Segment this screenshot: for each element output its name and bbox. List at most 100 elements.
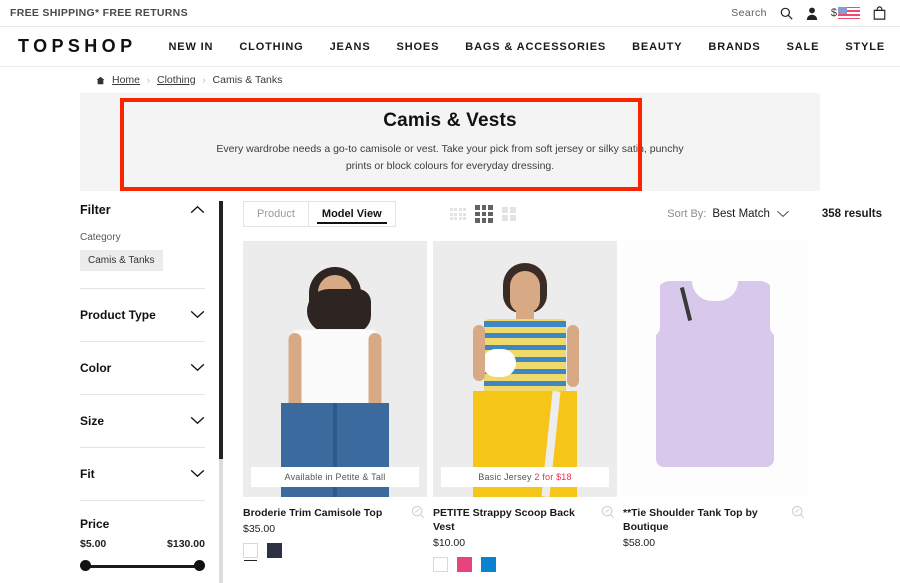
price-max: $130.00 <box>167 538 205 550</box>
product-badge-text: Available in Petite & Tall <box>284 472 386 482</box>
product-title[interactable]: Broderie Trim Camisole Top <box>243 506 427 520</box>
facet-product-type[interactable]: Product Type <box>80 288 205 324</box>
breadcrumb-current: Camis & Tanks <box>212 74 283 86</box>
product-price: $58.00 <box>623 537 656 550</box>
facet-color[interactable]: Color <box>80 341 205 377</box>
nav-item-style[interactable]: STYLE <box>845 41 885 53</box>
page-title: Camis & Vests <box>383 110 517 132</box>
product-title[interactable]: PETITE Strappy Scoop Back Vest <box>433 506 617 534</box>
filter-title: Filter <box>80 203 111 217</box>
tab-product-view[interactable]: Product <box>244 202 308 226</box>
nav-item-list: NEW IN CLOTHING JEANS SHOES BAGS & ACCES… <box>169 41 886 53</box>
us-flag-icon <box>838 6 860 20</box>
swatch-white[interactable] <box>433 557 448 573</box>
sort-control[interactable]: Sort By: Best Match <box>667 205 790 223</box>
facet-size[interactable]: Size <box>80 394 205 430</box>
product-image[interactable] <box>623 241 807 497</box>
nav-item-brands[interactable]: BRANDS <box>708 41 760 53</box>
breadcrumb-separator-2: › <box>202 75 206 85</box>
currency-selector[interactable]: $ <box>831 6 860 20</box>
category-chip-camis-tanks[interactable]: Camis & Tanks <box>80 250 163 271</box>
content-area: Filter Category Camis & Tanks Product Ty… <box>0 191 900 583</box>
hero-banner: Camis & Vests Every wardrobe needs a go-… <box>80 93 820 191</box>
facet-product-type-label: Product Type <box>80 308 156 322</box>
nav-item-sale[interactable]: SALE <box>787 41 820 53</box>
nav-item-shoes[interactable]: SHOES <box>397 41 440 53</box>
nav-item-beauty[interactable]: BEAUTY <box>632 41 682 53</box>
chevron-up-icon[interactable] <box>190 201 205 219</box>
product-image[interactable]: Available in Petite & Tall <box>243 241 427 497</box>
sort-by-label: Sort By: <box>667 208 707 220</box>
swatch-blue[interactable] <box>481 557 496 573</box>
quick-view-icon[interactable] <box>791 505 805 524</box>
product-price: $35.00 <box>243 523 276 536</box>
grid-density-controls <box>449 205 516 223</box>
category-label: Category <box>80 232 121 243</box>
promo-message: FREE SHIPPING* FREE RETURNS <box>10 7 188 19</box>
chevron-down-icon[interactable] <box>190 412 205 430</box>
sort-by-value[interactable]: Best Match <box>712 208 770 220</box>
nav-item-clothing[interactable]: CLOTHING <box>239 41 303 53</box>
facet-color-label: Color <box>80 361 112 375</box>
price-slider-max-handle[interactable] <box>194 560 205 571</box>
color-swatches <box>243 543 427 562</box>
chevron-down-icon[interactable] <box>776 205 790 223</box>
price-range-slider[interactable] <box>80 558 205 574</box>
account-icon[interactable] <box>806 7 818 20</box>
product-info: **Tie Shoulder Tank Top by Boutique $58.… <box>623 497 807 549</box>
search-label[interactable]: Search <box>731 7 767 19</box>
page-scrollbar[interactable] <box>215 191 227 583</box>
breadcrumb-clothing[interactable]: Clothing <box>157 74 196 86</box>
grid-4-column-icon[interactable] <box>449 208 467 220</box>
grid-3-column-icon[interactable] <box>475 205 493 223</box>
results-pane: Product Model View Sort By: Best Match 3… <box>227 191 900 583</box>
grid-2-column-icon[interactable] <box>501 207 516 221</box>
chevron-down-icon[interactable] <box>190 306 205 324</box>
product-title[interactable]: **Tie Shoulder Tank Top by Boutique <box>623 506 807 534</box>
price-filter: Price $5.00 $130.00 <box>80 500 205 574</box>
chevron-down-icon[interactable] <box>190 359 205 377</box>
results-toolbar: Product Model View Sort By: Best Match 3… <box>243 201 882 227</box>
quick-view-icon[interactable] <box>411 505 425 524</box>
chevron-down-icon[interactable] <box>190 465 205 483</box>
page-description: Every wardrobe needs a go-to camisole or… <box>216 143 684 172</box>
price-min: $5.00 <box>80 538 107 550</box>
product-badge: Available in Petite & Tall <box>251 467 419 487</box>
topshop-logo[interactable]: TOPSHOP <box>14 36 137 57</box>
product-card[interactable]: Basic Jersey 2 for $18 PETITE Strappy Sc… <box>433 241 617 573</box>
hero-banner-wrapper: Camis & Vests Every wardrobe needs a go-… <box>0 93 900 191</box>
product-card[interactable]: Available in Petite & Tall Broderie Trim… <box>243 241 427 572</box>
search-icon[interactable] <box>780 7 793 20</box>
nav-item-new-in[interactable]: NEW IN <box>169 41 214 53</box>
tab-model-view[interactable]: Model View <box>307 202 395 226</box>
facet-fit-label: Fit <box>80 467 95 481</box>
breadcrumb-separator: › <box>147 75 151 85</box>
color-swatches <box>433 557 617 573</box>
quick-view-icon[interactable] <box>601 505 615 524</box>
facet-size-label: Size <box>80 414 105 428</box>
price-slider-min-handle[interactable] <box>80 560 91 571</box>
filter-sidebar: Filter Category Camis & Tanks Product Ty… <box>80 191 213 583</box>
nav-item-bags-accessories[interactable]: BAGS & ACCESSORIES <box>465 41 606 53</box>
swatch-navy[interactable] <box>267 543 282 559</box>
nav-item-jeans[interactable]: JEANS <box>330 41 371 53</box>
facet-fit[interactable]: Fit <box>80 447 205 483</box>
product-grid: Available in Petite & Tall Broderie Trim… <box>243 241 882 573</box>
breadcrumb-home[interactable]: Home <box>112 74 140 86</box>
product-image[interactable]: Basic Jersey 2 for $18 <box>433 241 617 497</box>
product-card[interactable]: **Tie Shoulder Tank Top by Boutique $58.… <box>623 241 807 572</box>
swatch-pink[interactable] <box>457 557 472 573</box>
shopping-bag-icon[interactable] <box>873 6 886 20</box>
product-price: $10.00 <box>433 537 466 550</box>
swatch-white[interactable] <box>243 543 258 562</box>
breadcrumb: Home › Clothing › Camis & Tanks <box>0 67 900 93</box>
view-mode-tabs: Product Model View <box>243 201 396 227</box>
product-info: Broderie Trim Camisole Top $35.00 <box>243 497 427 562</box>
filter-header[interactable]: Filter <box>80 201 205 219</box>
results-count: 358 results <box>821 208 882 220</box>
scrollbar-thumb[interactable] <box>219 201 223 459</box>
home-icon[interactable] <box>96 76 105 85</box>
price-values: $5.00 $130.00 <box>80 538 205 550</box>
product-badge-accent: 2 for $18 <box>534 472 572 482</box>
product-badge: Basic Jersey 2 for $18 <box>441 467 609 487</box>
